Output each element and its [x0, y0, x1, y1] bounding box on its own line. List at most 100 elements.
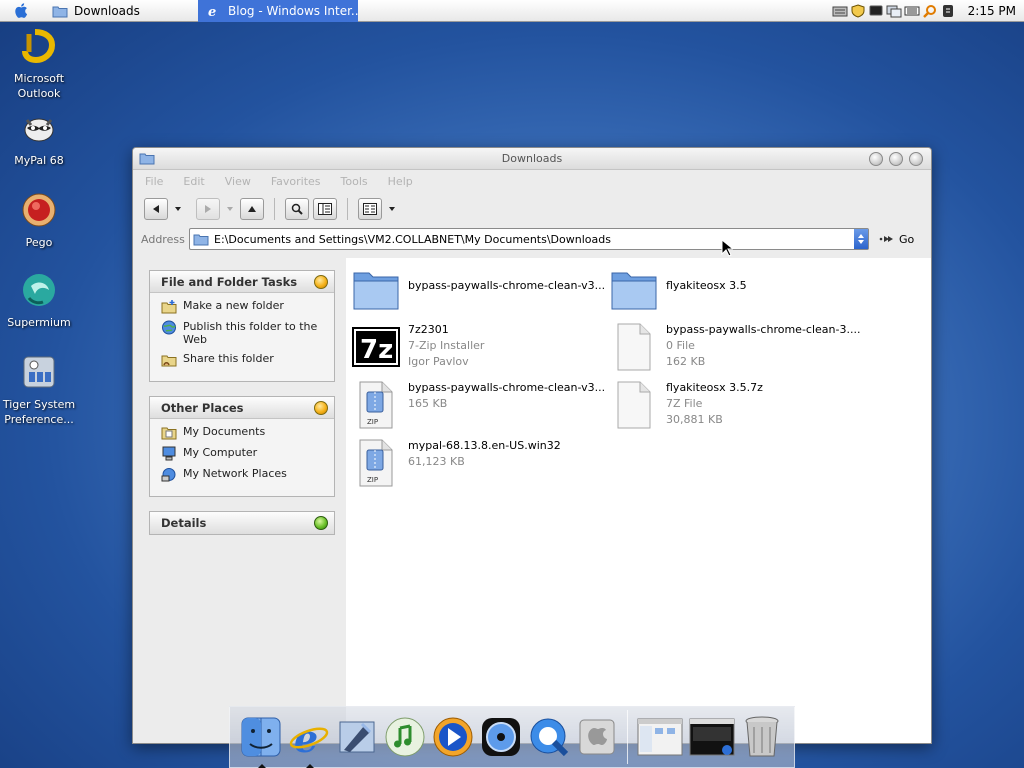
my-network-places-link[interactable]: My Network Places	[161, 467, 334, 482]
collapse-icon[interactable]	[314, 274, 328, 289]
menu-view[interactable]: View	[225, 175, 251, 188]
file-name: bypass-paywalls-chrome-clean-v3...	[408, 279, 606, 292]
window-titlebar[interactable]: Downloads	[133, 148, 931, 170]
dock-itunes[interactable]	[382, 714, 428, 760]
folder-icon	[139, 153, 155, 165]
file-item[interactable]: flyakiteosx 3.5.7z 7Z File 30,881 KB	[609, 380, 866, 430]
file-item[interactable]: ZIP bypass-paywalls-chrome-clean-v3... 1…	[351, 380, 608, 430]
file-company: Igor Pavlov	[408, 355, 469, 368]
taskbar-item-blog[interactable]: e Blog - Windows Inter...	[198, 0, 358, 22]
security-shield-icon[interactable]	[850, 3, 866, 18]
address-label: Address	[141, 232, 185, 246]
file-item[interactable]: bypass-paywalls-chrome-clean-3.... 0 Fil…	[609, 322, 866, 372]
back-button[interactable]	[144, 198, 168, 220]
views-button[interactable]	[358, 198, 382, 220]
top-menubar: Downloads e Blog - Windows Inter... 2:15…	[0, 0, 1024, 22]
panel-header[interactable]: File and Folder Tasks	[150, 271, 334, 293]
publish-folder-link[interactable]: Publish this folder to the Web	[161, 320, 334, 346]
address-input[interactable]: E:\Documents and Settings\VM2.COLLABNET\…	[189, 228, 869, 250]
menu-help[interactable]: Help	[388, 175, 413, 188]
desktop-icon-mypal[interactable]: MyPal 68	[1, 110, 77, 168]
mouse-cursor-icon	[721, 239, 733, 257]
up-folder-button[interactable]	[240, 198, 264, 220]
svg-text:e: e	[208, 5, 216, 18]
dock-dvd-player[interactable]	[478, 714, 524, 760]
dock-minimized-ie[interactable]	[687, 714, 737, 760]
desktop-icon-outlook[interactable]: Microsoft Outlook	[1, 28, 77, 101]
file-folder-tasks-panel: File and Folder Tasks Make a new folder …	[149, 270, 335, 382]
dock-trash[interactable]	[739, 714, 785, 760]
views-dropdown[interactable]	[386, 198, 398, 220]
keyboard-icon[interactable]	[832, 4, 848, 18]
battery-icon[interactable]	[904, 4, 920, 18]
my-documents-link[interactable]: My Documents	[161, 425, 334, 440]
desktop-icon-label: MyPal 68	[14, 154, 64, 167]
zip-file-icon: ZIP	[351, 380, 401, 430]
other-places-panel: Other Places My Documents My Computer My	[149, 396, 335, 497]
folders-button[interactable]	[313, 198, 337, 220]
window-controls	[869, 152, 923, 166]
quicktime-icon	[530, 718, 569, 757]
back-arrow-icon	[153, 205, 159, 213]
share-folder-link[interactable]: Share this folder	[161, 352, 334, 367]
blank-file-icon	[609, 322, 659, 372]
forward-button[interactable]	[196, 198, 220, 220]
dock-minimized-explorer[interactable]	[635, 714, 685, 760]
network-icon[interactable]	[886, 4, 902, 18]
system-preferences-icon	[23, 356, 55, 388]
apple-menu-icon[interactable]	[0, 0, 44, 22]
system-preferences-icon	[579, 719, 615, 755]
make-new-folder-link[interactable]: Make a new folder	[161, 299, 334, 314]
go-button[interactable]: Go	[879, 233, 914, 246]
svg-text:ZIP: ZIP	[367, 476, 378, 484]
expand-icon[interactable]	[314, 516, 328, 530]
desktop-icon-pego[interactable]: Pego	[1, 192, 77, 250]
panel-header[interactable]: Other Places	[150, 397, 334, 419]
outlook-icon	[22, 29, 56, 64]
file-item[interactable]: 7z 7z2301 7-Zip Installer Igor Pavlov	[351, 322, 608, 372]
explorer-window: Downloads File Edit View Favorites Tools…	[132, 147, 932, 744]
window-menu-bar: File Edit View Favorites Tools Help	[133, 170, 931, 192]
close-button[interactable]	[909, 152, 923, 166]
trash-icon	[745, 716, 779, 757]
address-dropdown-button[interactable]	[854, 229, 868, 249]
taskbar-item-label: Downloads	[74, 3, 140, 18]
desktop-icon-system-preferences[interactable]: Tiger System Preference...	[1, 354, 77, 427]
my-computer-link[interactable]: My Computer	[161, 446, 334, 461]
file-name: bypass-paywalls-chrome-clean-3....	[666, 323, 861, 336]
dock-mail[interactable]	[334, 714, 380, 760]
svg-text:ZIP: ZIP	[367, 418, 378, 426]
dock-system-preferences[interactable]	[574, 714, 620, 760]
system-tray: 2:15 PM	[832, 4, 1024, 18]
desktop-icon-label: Microsoft Outlook	[13, 72, 65, 100]
maximize-button[interactable]	[889, 152, 903, 166]
dock-internet-explorer[interactable]: e	[286, 714, 332, 768]
file-item[interactable]: ZIP mypal-68.13.8.en-US.win32 61,123 KB	[351, 438, 608, 488]
dock-finder[interactable]	[238, 714, 284, 768]
menu-tools[interactable]: Tools	[341, 175, 368, 188]
minimize-button[interactable]	[869, 152, 883, 166]
minimized-window-ie-icon	[689, 718, 735, 756]
file-name: flyakiteosx 3.5	[666, 279, 747, 292]
file-item[interactable]: bypass-paywalls-chrome-clean-v3...	[351, 264, 608, 314]
clock[interactable]: 2:15 PM	[968, 4, 1016, 18]
menu-edit[interactable]: Edit	[183, 175, 204, 188]
new-folder-icon	[161, 300, 177, 314]
menu-favorites[interactable]: Favorites	[271, 175, 321, 188]
file-item[interactable]: flyakiteosx 3.5	[609, 264, 866, 314]
dock: e	[229, 706, 795, 768]
forward-history-dropdown[interactable]	[224, 198, 236, 220]
dock-quicktime[interactable]	[526, 714, 572, 760]
back-history-dropdown[interactable]	[172, 198, 184, 220]
spotlight-search-icon[interactable]	[922, 4, 938, 18]
display-icon[interactable]	[868, 4, 884, 18]
taskbar-item-downloads[interactable]: Downloads	[44, 0, 204, 22]
desktop-icon-supermium[interactable]: Supermium	[1, 272, 77, 330]
dock-media-player[interactable]	[430, 714, 476, 760]
window-title: Downloads	[501, 152, 563, 165]
collapse-icon[interactable]	[314, 400, 328, 415]
status-icon[interactable]	[940, 4, 956, 18]
panel-header[interactable]: Details	[150, 512, 334, 534]
menu-file[interactable]: File	[145, 175, 163, 188]
search-button[interactable]	[285, 198, 309, 220]
